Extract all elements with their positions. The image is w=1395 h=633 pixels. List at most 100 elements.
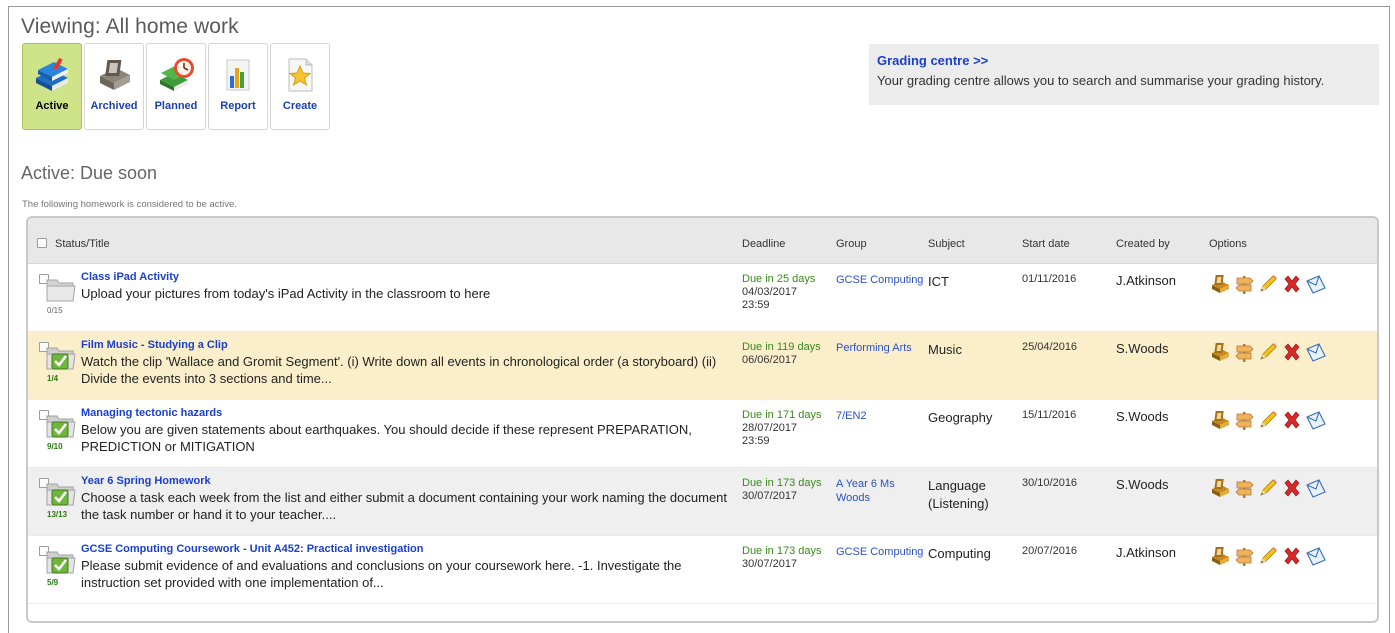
signpost-icon[interactable] xyxy=(1233,273,1255,295)
archive-icon[interactable] xyxy=(1209,409,1231,431)
star-document-icon xyxy=(288,58,313,92)
envelope-icon[interactable] xyxy=(1305,477,1327,499)
page-title: Viewing: All home work xyxy=(21,15,239,38)
header-status-title[interactable]: Status/Title xyxy=(55,238,110,250)
group-link[interactable]: GCSE Computing xyxy=(836,545,926,559)
deadline-date: 28/07/2017 23:59 xyxy=(742,422,798,447)
homework-title-link[interactable]: GCSE Computing Coursework - Unit A452: P… xyxy=(81,543,423,555)
row-options xyxy=(1209,273,1327,295)
archive-icon[interactable] xyxy=(1209,477,1231,499)
deadline-date: 04/03/2017 23:59 xyxy=(742,286,798,311)
table-header: Status/Title Deadline Group Subject Star… xyxy=(28,218,1377,264)
group-link[interactable]: 7/EN2 xyxy=(836,409,926,423)
gray-folder-icon xyxy=(46,279,76,302)
envelope-icon[interactable] xyxy=(1305,409,1327,431)
archive-icon[interactable] xyxy=(1209,341,1231,363)
header-options: Options xyxy=(1209,238,1247,250)
table-row: 5/9 GCSE Computing Coursework - Unit A45… xyxy=(28,536,1377,604)
signpost-icon[interactable] xyxy=(1233,545,1255,567)
row-options xyxy=(1209,477,1327,499)
group-link[interactable]: Performing Arts xyxy=(836,341,926,355)
grading-centre-link[interactable]: Grading centre >> xyxy=(877,53,1371,68)
submission-count: 13/13 xyxy=(47,510,68,519)
envelope-icon[interactable] xyxy=(1305,273,1327,295)
delete-x-icon[interactable] xyxy=(1281,341,1303,363)
row-options xyxy=(1209,409,1327,431)
homework-description: Please submit evidence of and evaluation… xyxy=(81,558,682,590)
start-date: 25/04/2016 xyxy=(1022,341,1078,353)
planned-clock-icon xyxy=(160,58,194,91)
report-button[interactable]: Report xyxy=(208,43,268,130)
pencil-icon[interactable] xyxy=(1257,477,1279,499)
submission-count: 9/10 xyxy=(47,442,63,451)
deadline-date: 30/07/2017 xyxy=(742,558,798,570)
archive-box-icon xyxy=(100,60,130,90)
deadline-date: 30/07/2017 xyxy=(742,490,798,502)
signpost-icon[interactable] xyxy=(1233,409,1255,431)
row-options xyxy=(1209,545,1327,567)
delete-x-icon[interactable] xyxy=(1281,273,1303,295)
subject: Language (Listening) xyxy=(928,478,989,511)
green-check-folder-icon xyxy=(46,347,76,370)
row-options xyxy=(1209,341,1327,363)
homework-title-link[interactable]: Year 6 Spring Homework xyxy=(81,475,211,487)
signpost-icon[interactable] xyxy=(1233,477,1255,499)
envelope-icon[interactable] xyxy=(1305,341,1327,363)
group-link[interactable]: A Year 6 Ms Woods xyxy=(836,477,926,505)
created-by: J.Atkinson xyxy=(1116,273,1176,288)
header-start-date[interactable]: Start date xyxy=(1022,238,1070,250)
submission-count: 0/15 xyxy=(47,306,63,315)
table-body: 0/15 Class iPad Activity Upload your pic… xyxy=(28,264,1377,604)
archive-icon[interactable] xyxy=(1209,273,1231,295)
due-countdown: Due in 25 days xyxy=(742,273,816,285)
pencil-icon[interactable] xyxy=(1257,273,1279,295)
delete-x-icon[interactable] xyxy=(1281,409,1303,431)
envelope-icon[interactable] xyxy=(1305,545,1327,567)
create-button[interactable]: Create xyxy=(270,43,330,130)
homework-title-link[interactable]: Class iPad Activity xyxy=(81,271,179,283)
start-date: 20/07/2016 xyxy=(1022,545,1078,557)
pencil-icon[interactable] xyxy=(1257,409,1279,431)
green-check-folder-icon xyxy=(46,415,76,438)
header-deadline[interactable]: Deadline xyxy=(742,238,785,250)
grading-centre-description: Your grading centre allows you to search… xyxy=(877,73,1325,88)
start-date: 30/10/2016 xyxy=(1022,477,1078,489)
archived-button[interactable]: Archived xyxy=(84,43,144,130)
due-countdown: Due in 119 days xyxy=(742,341,821,353)
grading-centre-box: Grading centre >> Your grading centre al… xyxy=(869,44,1379,105)
homework-description: Upload your pictures from today's iPad A… xyxy=(81,286,491,301)
homework-table: Status/Title Deadline Group Subject Star… xyxy=(26,216,1379,623)
select-all-checkbox[interactable] xyxy=(37,238,47,248)
table-row: 1/4 Film Music - Studying a Clip Watch t… xyxy=(28,332,1377,400)
created-by: S.Woods xyxy=(1116,341,1169,356)
archive-icon[interactable] xyxy=(1209,545,1231,567)
start-date: 15/11/2016 xyxy=(1022,409,1077,421)
submission-count: 1/4 xyxy=(47,374,59,383)
deadline-date: 06/06/2017 xyxy=(742,354,798,366)
table-row: 13/13 Year 6 Spring Homework Choose a ta… xyxy=(28,468,1377,536)
header-created-by[interactable]: Created by xyxy=(1116,238,1170,250)
section-title: Active: Due soon xyxy=(21,163,158,183)
green-check-folder-icon xyxy=(46,551,76,574)
delete-x-icon[interactable] xyxy=(1281,545,1303,567)
pencil-icon[interactable] xyxy=(1257,545,1279,567)
group-link[interactable]: GCSE Computing xyxy=(836,273,926,287)
delete-x-icon[interactable] xyxy=(1281,477,1303,499)
active-button[interactable]: Active xyxy=(22,43,82,130)
subject: Music xyxy=(928,342,962,357)
due-countdown: Due in 171 days xyxy=(742,409,822,421)
planned-button[interactable]: Planned xyxy=(146,43,206,130)
created-by: J.Atkinson xyxy=(1116,545,1176,560)
signpost-icon[interactable] xyxy=(1233,341,1255,363)
pencil-icon[interactable] xyxy=(1257,341,1279,363)
books-stack-icon xyxy=(36,57,68,91)
view-toolbar: Active Archived Planned Report Create xyxy=(22,43,330,130)
green-check-folder-icon xyxy=(46,483,76,506)
subject: ICT xyxy=(928,274,949,289)
header-subject[interactable]: Subject xyxy=(928,238,965,250)
bar-chart-icon xyxy=(226,59,250,91)
header-group[interactable]: Group xyxy=(836,238,867,250)
homework-panel: Viewing: All home work Active Archived P… xyxy=(8,6,1390,633)
homework-title-link[interactable]: Film Music - Studying a Clip xyxy=(81,339,228,351)
homework-title-link[interactable]: Managing tectonic hazards xyxy=(81,407,222,419)
